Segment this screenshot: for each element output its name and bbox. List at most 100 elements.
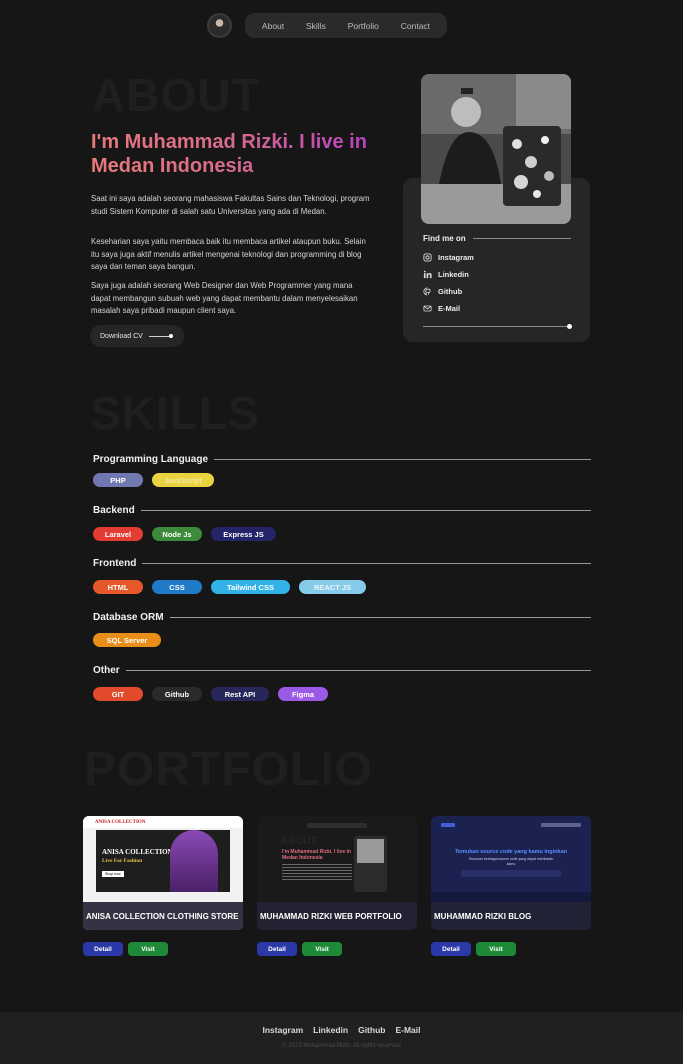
footer-link-github[interactable]: Github <box>358 1025 385 1035</box>
project-visit-button[interactable]: Visit <box>302 942 342 956</box>
thumb-ghost: ABOUT <box>281 836 317 847</box>
thumb-nav <box>541 823 581 827</box>
project-detail-button[interactable]: Detail <box>257 942 297 956</box>
social-label: Linkedin <box>438 270 469 279</box>
about-paragraph-1: Saat ini saya adalah seorang mahasiswa F… <box>91 194 370 216</box>
skill-category-programming: Programming Language <box>93 454 591 465</box>
download-dot <box>168 334 173 338</box>
project-card-portfolio[interactable]: ABOUT I'm Muhammad Rizki. I live in Meda… <box>257 816 417 930</box>
card-divider <box>423 326 567 327</box>
thumb-hero-sub: Temukan berbagai source code yang dapat … <box>468 857 554 866</box>
skill-category-label: Backend <box>93 505 135 516</box>
thumb-model <box>170 830 218 892</box>
skill-category-divider <box>142 563 591 564</box>
skill-category-label: Frontend <box>93 558 137 569</box>
project-card-anisa[interactable]: ANISA COLLECTION ANISA COLLECTION Live F… <box>83 816 243 930</box>
nav-item-portfolio[interactable]: Portfolio <box>348 21 379 31</box>
skill-pill-sqlserver: SQL Server <box>93 633 161 647</box>
social-link-linkedin[interactable]: Linkedin <box>423 270 469 279</box>
skill-row-other: GIT Github Rest API Figma <box>93 687 328 701</box>
skill-row-database: SQL Server <box>93 633 161 647</box>
mail-icon <box>423 304 432 313</box>
project-title: MUHAMMAD RIZKI BLOG <box>431 902 591 930</box>
skill-pill-tailwind: Tailwind CSS <box>211 580 290 594</box>
about-ghost-heading: ABOUT <box>92 69 261 121</box>
skill-row-programming: PHP JavaScript <box>93 473 214 487</box>
about-paragraph-2: Keseharian saya yaitu membaca baik itu m… <box>91 237 366 271</box>
top-nav: About Skills Portfolio Contact <box>245 13 447 38</box>
skill-row-frontend: HTML CSS Tailwind CSS REACT JS <box>93 580 366 594</box>
skill-pill-html: HTML <box>93 580 143 594</box>
thumb-hero-title: Temukan source code yang kamu inginkan <box>454 849 568 855</box>
nav-item-skills[interactable]: Skills <box>306 21 326 31</box>
skill-pill-php: PHP <box>93 473 143 487</box>
skill-row-backend: Laravel Node Js Express JS <box>93 527 276 541</box>
thumb-search <box>461 870 561 877</box>
nav-avatar[interactable] <box>207 13 232 38</box>
skills-ghost-heading: SKILLS <box>90 387 260 439</box>
thumb-nav <box>307 823 367 828</box>
thumb-hero-title: ANISA COLLECTION <box>102 848 173 856</box>
skill-pill-github: Github <box>152 687 202 701</box>
skill-pill-restapi: Rest API <box>211 687 269 701</box>
skill-pill-javascript: JavaScript <box>152 473 214 487</box>
skill-category-backend: Backend <box>93 505 591 516</box>
project-visit-button[interactable]: Visit <box>476 942 516 956</box>
skill-category-database: Database ORM <box>93 612 591 623</box>
project-card-blog[interactable]: Temukan source code yang kamu inginkan T… <box>431 816 591 930</box>
thumb-logo <box>441 823 455 827</box>
skill-category-divider <box>214 459 591 460</box>
nav-item-contact[interactable]: Contact <box>401 21 430 31</box>
skill-category-other: Other <box>93 665 591 676</box>
social-link-instagram[interactable]: Instagram <box>423 253 474 262</box>
skill-category-divider <box>140 510 591 511</box>
skill-category-frontend: Frontend <box>93 558 591 569</box>
project-visit-button[interactable]: Visit <box>128 942 168 956</box>
profile-photo <box>421 74 571 224</box>
skill-pill-css: CSS <box>152 580 202 594</box>
social-label: E-Mail <box>438 304 461 313</box>
footer-copyright: © 2023 Muhammad Rizki. All rights reserv… <box>282 1043 401 1049</box>
thumb-hero-title: I'm Muhammad Rizki. I live in Medan Indo… <box>282 849 351 861</box>
thumb-hero: ANISA COLLECTION Live For Fashion Shop n… <box>96 830 230 892</box>
footer-link-linkedin[interactable]: Linkedin <box>313 1025 348 1035</box>
social-link-github[interactable]: Github <box>423 287 462 296</box>
find-me-divider <box>472 238 571 239</box>
github-icon <box>423 287 432 296</box>
find-me-heading: Find me on <box>423 234 571 243</box>
about-headline: I'm Muhammad Rizki. I live in Medan Indo… <box>91 130 391 178</box>
thumb-hero-tag: Live For Fashion <box>102 858 143 864</box>
social-label: Github <box>438 287 463 296</box>
instagram-icon <box>423 253 432 262</box>
skill-pill-git: GIT <box>93 687 143 701</box>
card-divider-dot <box>567 324 572 329</box>
nav-item-about[interactable]: About <box>262 21 284 31</box>
project-title: ANISA COLLECTION CLOTHING STORE <box>83 902 243 930</box>
download-line <box>148 335 169 337</box>
thumb-profile-photo <box>357 839 384 863</box>
download-cv-label: Download CV <box>100 332 143 340</box>
skill-category-divider <box>169 617 591 618</box>
project-detail-button[interactable]: Detail <box>431 942 471 956</box>
social-link-email[interactable]: E-Mail <box>423 304 460 313</box>
skill-pill-figma: Figma <box>278 687 328 701</box>
skill-category-label: Other <box>93 665 120 676</box>
social-label: Instagram <box>438 253 474 262</box>
download-cv-button[interactable]: Download CV <box>90 325 184 347</box>
thumb-text <box>282 864 352 880</box>
footer-link-email[interactable]: E-Mail <box>395 1025 420 1035</box>
thumb-brand: ANISA COLLECTION <box>83 816 243 828</box>
footer-link-instagram[interactable]: Instagram <box>263 1025 304 1035</box>
project-title: MUHAMMAD RIZKI WEB PORTFOLIO <box>257 902 417 930</box>
project-actions-anisa: Detail Visit <box>83 942 168 956</box>
project-actions-blog: Detail Visit <box>431 942 516 956</box>
skill-category-label: Database ORM <box>93 612 164 623</box>
footer-links: Instagram Linkedin Github E-Mail <box>0 1025 683 1035</box>
project-detail-button[interactable]: Detail <box>83 942 123 956</box>
skill-pill-expressjs: Express JS <box>211 527 276 541</box>
footer <box>0 1012 683 1064</box>
thumb-cta: Shop now <box>102 871 124 877</box>
thumb-section <box>431 892 591 902</box>
skill-pill-laravel: Laravel <box>93 527 143 541</box>
portfolio-ghost-heading: PORTFOLIO <box>84 743 373 796</box>
